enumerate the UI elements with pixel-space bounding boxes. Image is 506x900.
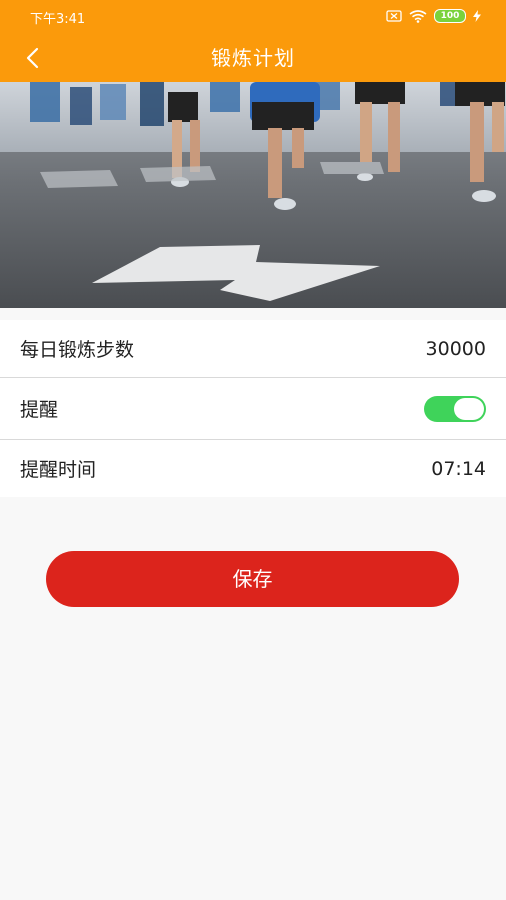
daily-steps-label: 每日锻炼步数	[20, 339, 135, 361]
settings-list: 每日锻炼步数 30000 提醒 提醒时间 07:14	[0, 320, 506, 497]
daily-steps-row[interactable]: 每日锻炼步数 30000	[0, 320, 506, 378]
reminder-row: 提醒	[0, 378, 506, 440]
save-button[interactable]: 保存	[46, 551, 459, 607]
reminder-label: 提醒	[20, 399, 59, 421]
daily-steps-value: 30000	[425, 337, 486, 360]
wifi-icon	[409, 9, 427, 23]
status-icons: 100	[386, 9, 481, 23]
running-photo	[0, 82, 506, 308]
reminder-time-row[interactable]: 提醒时间 07:14	[0, 440, 506, 497]
banner-image	[0, 82, 506, 308]
reminder-time-value: 07:14	[431, 457, 486, 480]
toggle-knob	[454, 397, 484, 420]
reminder-toggle[interactable]	[424, 395, 486, 422]
status-time: 下午3:41	[30, 11, 86, 27]
status-bar: 下午3:41 100	[0, 0, 506, 34]
sim-off-icon	[386, 10, 402, 22]
title-bar: 锻炼计划	[0, 34, 506, 82]
charging-icon	[473, 10, 481, 22]
page-title: 锻炼计划	[211, 46, 295, 70]
reminder-time-label: 提醒时间	[20, 459, 97, 481]
battery-icon: 100	[434, 9, 466, 23]
app-root: 下午3:41 100 锻炼计划 每日锻炼步数 30000 提醒 提醒时间 07:…	[0, 0, 506, 900]
